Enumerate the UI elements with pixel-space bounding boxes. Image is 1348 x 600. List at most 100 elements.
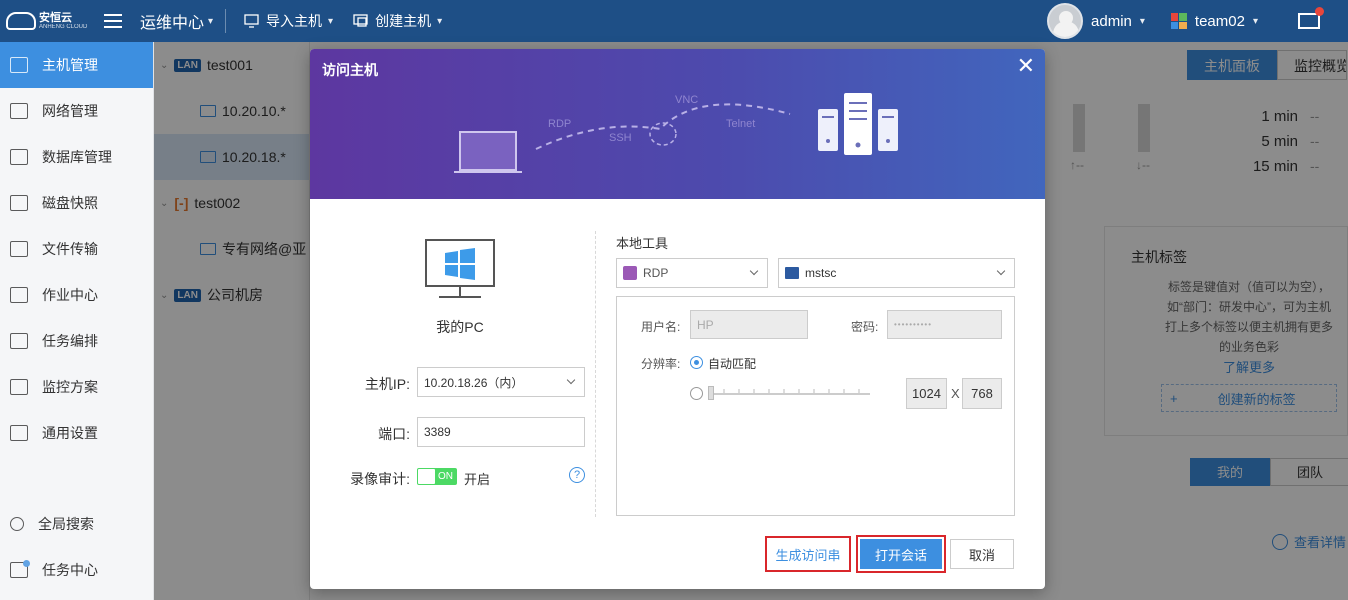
sidebar-item[interactable]: 文件传输 bbox=[0, 226, 153, 272]
chevron-down-icon: ▾ bbox=[1252, 15, 1258, 27]
sidebar-item-label: 任务编排 bbox=[42, 333, 98, 349]
connection-illustration: RDP SSH VNC Telnet bbox=[454, 93, 898, 173]
sidebar: 主机管理网络管理数据库管理磁盘快照文件传输作业中心任务编排监控方案通用设置 全局… bbox=[0, 42, 154, 600]
host-ip-select[interactable]: 10.20.18.26（内） bbox=[417, 367, 585, 397]
toggle-on-text: ON bbox=[438, 471, 453, 482]
sidebar-item-label: 监控方案 bbox=[42, 379, 98, 395]
sidebar-item[interactable]: 全局搜索 bbox=[0, 501, 154, 547]
client-select[interactable]: mstsc bbox=[778, 258, 1015, 288]
sidebar-item[interactable]: 任务中心 bbox=[0, 547, 154, 593]
import-host-button[interactable]: 导入主机 ▾ bbox=[244, 11, 333, 31]
access-host-dialog: 访问主机 ✕ RDP SSH VNC Telnet 我的PC 主机IP: 10.… bbox=[310, 49, 1045, 589]
password-input[interactable]: •••••••••• bbox=[887, 310, 1002, 339]
chart-icon bbox=[10, 379, 28, 395]
avatar[interactable] bbox=[1047, 3, 1084, 39]
client-value: mstsc bbox=[805, 266, 837, 280]
create-host-label: 创建主机 bbox=[375, 13, 432, 29]
cloud-icon bbox=[6, 12, 36, 30]
windows-pc-icon bbox=[425, 239, 495, 298]
generate-access-string-button[interactable]: 生成访问串 bbox=[765, 536, 851, 572]
rdp-art-label: RDP bbox=[548, 118, 571, 130]
team-name: team02 bbox=[1194, 12, 1245, 30]
sidebar-item-label: 全局搜索 bbox=[38, 516, 94, 532]
top-right-area: admin ▾ team02 ▾ bbox=[1047, 0, 1348, 42]
laptop-icon bbox=[459, 131, 517, 171]
auto-match-radio[interactable] bbox=[690, 356, 703, 369]
import-icon bbox=[244, 14, 259, 28]
vnc-art-label: VNC bbox=[675, 94, 698, 106]
chevron-down-icon bbox=[749, 266, 759, 276]
host-ip-label: 主机IP: bbox=[364, 376, 410, 392]
sidebar-item-label: 通用设置 bbox=[42, 425, 98, 441]
host-ip-value: 10.20.18.26（内） bbox=[424, 375, 524, 390]
sidebar-item-label: 文件传输 bbox=[42, 241, 98, 257]
sidebar-item[interactable]: 作业中心 bbox=[0, 272, 153, 318]
monitor-icon bbox=[10, 57, 28, 73]
resolution-height-input[interactable]: 768 bbox=[962, 378, 1002, 409]
task-center-icon bbox=[10, 560, 30, 578]
sidebar-item-label: 磁盘快照 bbox=[42, 195, 98, 211]
slider-ticks bbox=[723, 389, 860, 393]
sidebar-item-label: 数据库管理 bbox=[42, 149, 112, 165]
import-host-label: 导入主机 bbox=[266, 13, 323, 29]
database-icon bbox=[10, 149, 28, 165]
pc-label: 我的PC bbox=[436, 319, 484, 335]
record-audit-toggle[interactable]: ON bbox=[417, 468, 457, 485]
resolution-width-input[interactable]: 1024 bbox=[906, 378, 947, 409]
team-icon bbox=[1170, 13, 1187, 29]
username: admin bbox=[1091, 12, 1132, 30]
telnet-art-label: Telnet bbox=[726, 118, 755, 130]
port-input[interactable]: 3389 bbox=[417, 417, 585, 447]
mail-icon[interactable] bbox=[1298, 7, 1324, 29]
team-menu[interactable]: team02 ▾ bbox=[1170, 12, 1258, 30]
open-session-button[interactable]: 打开会话 bbox=[856, 535, 946, 573]
toggle-knob bbox=[418, 469, 435, 484]
credentials-panel: 用户名: HP 密码: •••••••••• 分辨率: 自动匹配 1024 X … bbox=[616, 296, 1015, 516]
logo[interactable]: 安恒云 ANHENG CLOUD bbox=[0, 0, 90, 42]
logo-subtext: ANHENG CLOUD bbox=[39, 23, 88, 30]
password-label: 密码: bbox=[851, 320, 879, 334]
user-menu[interactable]: admin ▾ bbox=[1091, 13, 1145, 30]
create-host-button[interactable]: 创建主机 ▾ bbox=[353, 11, 442, 31]
sidebar-item[interactable]: 任务编排 bbox=[0, 318, 153, 364]
sidebar-item-label: 网络管理 bbox=[42, 103, 98, 119]
column-divider bbox=[595, 231, 596, 517]
sidebar-item-label: 任务中心 bbox=[42, 562, 98, 578]
chevron-down-icon bbox=[996, 266, 1006, 276]
protocol-value: RDP bbox=[643, 266, 669, 280]
chevron-down-icon: ▾ bbox=[208, 15, 214, 27]
ops-center-menu[interactable]: 运维中心 ▾ bbox=[140, 9, 213, 33]
search-icon bbox=[10, 517, 24, 531]
resolution-x: X bbox=[951, 386, 960, 401]
clipboard-icon bbox=[10, 287, 28, 303]
gear-icon bbox=[10, 425, 28, 441]
cancel-button[interactable]: 取消 bbox=[950, 539, 1014, 569]
chevron-down-icon: ▾ bbox=[1139, 15, 1145, 27]
close-icon[interactable]: ✕ bbox=[1017, 55, 1035, 77]
sidebar-item[interactable]: 主机管理 bbox=[0, 42, 153, 88]
sidebar-item-label: 主机管理 bbox=[42, 57, 98, 73]
local-tool-title: 本地工具 bbox=[616, 236, 669, 251]
sidebar-item[interactable]: 通用设置 bbox=[0, 410, 153, 456]
port-label: 端口: bbox=[378, 426, 410, 442]
auto-match-label: 自动匹配 bbox=[708, 357, 757, 371]
help-icon[interactable]: ? bbox=[569, 467, 585, 483]
menu-toggle-icon[interactable] bbox=[104, 10, 122, 32]
custom-resolution-radio[interactable] bbox=[690, 387, 703, 400]
resolution-label: 分辨率: bbox=[641, 357, 681, 371]
network-icon bbox=[10, 103, 28, 119]
protocol-select[interactable]: RDP bbox=[616, 258, 768, 288]
remote-desktop-icon bbox=[785, 267, 799, 279]
sidebar-item[interactable]: 磁盘快照 bbox=[0, 180, 153, 226]
top-bar: 安恒云 ANHENG CLOUD 运维中心 ▾ 导入主机 ▾ 创建主机 ▾ ad… bbox=[0, 0, 1348, 42]
username-input[interactable]: HP bbox=[690, 310, 808, 339]
sidebar-item[interactable]: 网络管理 bbox=[0, 88, 153, 134]
sidebar-item-label: 作业中心 bbox=[42, 287, 98, 303]
task-icon bbox=[10, 333, 28, 349]
username-label: 用户名: bbox=[641, 320, 681, 334]
sidebar-item[interactable]: 数据库管理 bbox=[0, 134, 153, 180]
dialog-title: 访问主机 bbox=[322, 62, 378, 78]
divider bbox=[225, 9, 227, 33]
sidebar-item[interactable]: 监控方案 bbox=[0, 364, 153, 410]
disk-icon bbox=[10, 195, 28, 211]
